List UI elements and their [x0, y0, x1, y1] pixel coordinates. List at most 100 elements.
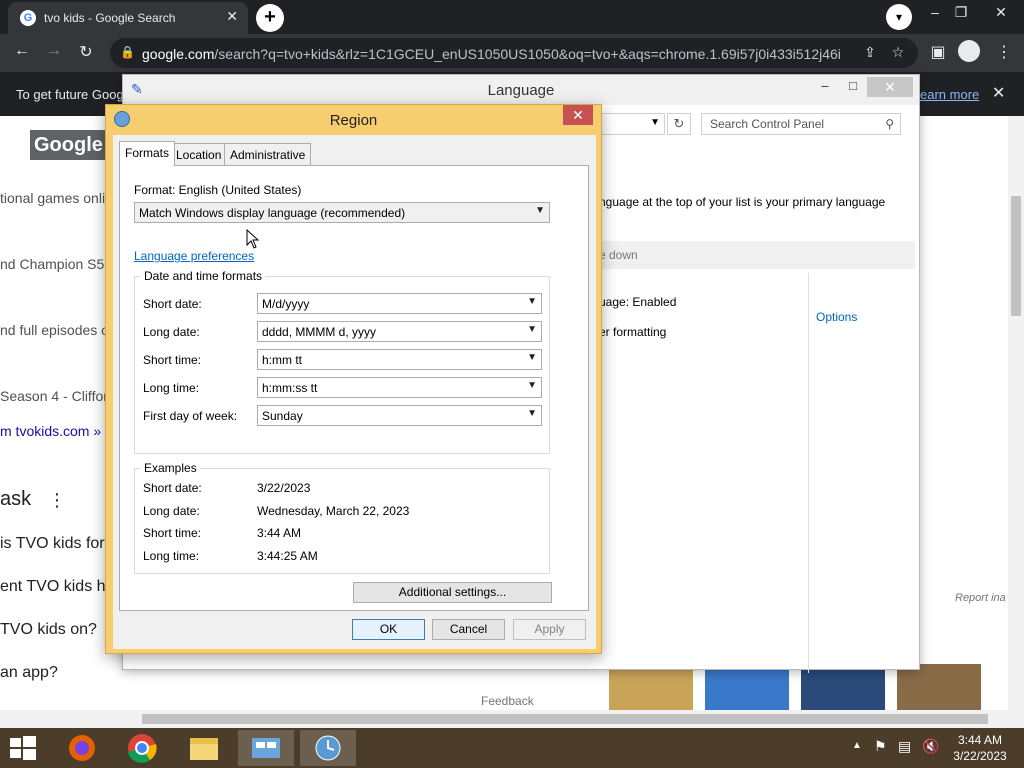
- question-4[interactable]: an app?: [0, 664, 58, 682]
- close-icon[interactable]: ✕: [563, 105, 593, 125]
- close-icon[interactable]: ✕: [867, 77, 913, 97]
- apply-button[interactable]: Apply: [513, 619, 586, 640]
- reload-icon[interactable]: ↻: [76, 42, 96, 62]
- refresh-icon[interactable]: ↻: [667, 113, 691, 135]
- horizontal-scrollbar[interactable]: [0, 710, 1024, 728]
- browser-tab[interactable]: G tvo kids - Google Search ✕: [8, 2, 248, 34]
- thumbnail-image[interactable]: [705, 664, 789, 710]
- example-label: Long time:: [143, 549, 200, 563]
- forward-icon[interactable]: →: [44, 42, 64, 60]
- date-time-group: Date and time formats Short date: M/d/yy…: [134, 269, 550, 454]
- group-heading: Date and time formats: [141, 269, 266, 283]
- share-icon[interactable]: ⇪: [860, 44, 880, 61]
- first-day-select[interactable]: Sunday ▼: [257, 405, 542, 426]
- clock[interactable]: 3:44 AM 3/22/2023: [950, 732, 1010, 764]
- maximize-icon[interactable]: □: [839, 78, 867, 100]
- new-tab-button[interactable]: +: [256, 4, 284, 32]
- tab-strip: G tvo kids - Google Search ✕ + ▾ – ❐ ✕: [0, 0, 1024, 34]
- windows-start-icon[interactable]: [8, 734, 38, 762]
- ok-button[interactable]: OK: [352, 619, 425, 640]
- scrollbar-thumb[interactable]: [1011, 196, 1021, 316]
- search-control-panel-input[interactable]: Search Control Panel ⚲: [701, 113, 901, 135]
- window-close-icon[interactable]: ✕: [988, 4, 1014, 21]
- long-time-select[interactable]: h:mm:ss tt ▼: [257, 377, 542, 398]
- short-date-label: Short date:: [143, 297, 202, 311]
- chrome-icon[interactable]: [114, 730, 170, 766]
- search-placeholder: Search Control Panel: [710, 117, 825, 131]
- minimize-icon[interactable]: –: [922, 4, 948, 20]
- options-link[interactable]: Options: [816, 310, 857, 324]
- back-icon[interactable]: ←: [12, 42, 32, 60]
- example-label: Short time:: [143, 526, 202, 540]
- long-date-select[interactable]: dddd, MMMM d, yyyy ▼: [257, 321, 542, 342]
- volume-muted-icon[interactable]: 🔇: [922, 738, 939, 755]
- report-link[interactable]: Report ina: [955, 592, 1006, 604]
- long-time-label: Long time:: [143, 381, 200, 395]
- question-2[interactable]: ent TVO kids h: [0, 578, 106, 596]
- side-panel-icon[interactable]: ▣: [928, 42, 948, 62]
- network-icon[interactable]: ▤: [898, 738, 911, 755]
- address-dropdown[interactable]: ▼: [601, 113, 665, 135]
- scrollbar-thumb[interactable]: [142, 714, 988, 724]
- more-options-icon[interactable]: ⋮: [48, 490, 66, 511]
- region-dialog: Region ✕ Formats Location Administrative…: [105, 104, 602, 654]
- short-date-select[interactable]: M/d/yyyy ▼: [257, 293, 542, 314]
- long-date-value: dddd, MMMM d, yyyy: [262, 325, 377, 339]
- feedback-link[interactable]: Feedback: [481, 694, 534, 708]
- chevron-down-icon: ▼: [535, 205, 545, 216]
- cancel-button[interactable]: Cancel: [432, 619, 505, 640]
- move-down-button[interactable]: e down: [599, 248, 638, 262]
- address-bar[interactable]: 🔒 google.com/search?q=tvo+kids&rlz=1C1GC…: [110, 38, 918, 68]
- thumbnail-image[interactable]: [897, 664, 981, 710]
- google-favicon-icon: G: [20, 10, 36, 26]
- language-titlebar[interactable]: ✎ Language – □ ✕: [123, 75, 919, 105]
- flag-icon[interactable]: ⚑: [874, 738, 887, 755]
- chevron-down-icon: ▼: [527, 408, 537, 419]
- example-label: Long date:: [143, 504, 200, 518]
- url-host: google.com: [142, 46, 215, 62]
- example-value: Wednesday, March 22, 2023: [257, 504, 410, 518]
- tab-close-icon[interactable]: ✕: [226, 8, 238, 25]
- thumbnail-image[interactable]: [801, 664, 885, 710]
- restore-icon[interactable]: ❐: [948, 4, 974, 21]
- language-preferences-link[interactable]: Language preferences: [134, 249, 254, 263]
- thumbnail-image[interactable]: [609, 664, 693, 710]
- info-bar-text: To get future Goog: [16, 87, 124, 102]
- show-hidden-icons[interactable]: ▲: [852, 740, 862, 751]
- short-time-select[interactable]: h:mm tt ▼: [257, 349, 542, 370]
- learn-more-link[interactable]: earn more: [920, 87, 979, 102]
- firefox-icon[interactable]: [54, 730, 110, 766]
- examples-group: Examples Short date: 3/22/2023 Long date…: [134, 461, 550, 574]
- language-title: Language: [487, 82, 555, 99]
- format-select[interactable]: Match Windows display language (recommen…: [134, 202, 550, 223]
- bookmark-star-icon[interactable]: ☆: [888, 44, 908, 61]
- snippet-3: nd full episodes o: [0, 322, 109, 338]
- google-doodle-logo[interactable]: Google: [30, 130, 110, 160]
- formats-panel: Format: English (United States) Match Wi…: [119, 165, 589, 611]
- tab-location[interactable]: Location: [170, 143, 228, 165]
- profile-avatar[interactable]: [958, 40, 980, 62]
- menu-dots-icon[interactable]: ⋮: [994, 42, 1014, 62]
- snippet-link[interactable]: m tvokids.com »: [0, 423, 101, 439]
- format-label: Format: English (United States): [134, 183, 302, 197]
- region-clock-icon[interactable]: [300, 730, 356, 766]
- mouse-cursor-icon: [246, 229, 260, 249]
- question-1[interactable]: is TVO kids for: [0, 535, 105, 553]
- short-time-value: h:mm tt: [262, 353, 303, 367]
- additional-settings-button[interactable]: Additional settings...: [353, 582, 552, 603]
- control-panel-icon[interactable]: [238, 730, 294, 766]
- vertical-scrollbar[interactable]: [1008, 116, 1024, 710]
- question-3[interactable]: TVO kids on?: [0, 621, 97, 639]
- chevron-down-icon: ▼: [527, 324, 537, 335]
- info-close-icon[interactable]: ✕: [992, 83, 1005, 103]
- language-formatting: er formatting: [599, 325, 667, 339]
- example-value: 3:44:25 AM: [257, 549, 318, 563]
- minimize-icon[interactable]: –: [811, 78, 839, 100]
- long-date-label: Long date:: [143, 325, 200, 339]
- tab-administrative[interactable]: Administrative: [224, 143, 312, 165]
- clock-date: 3/22/2023: [953, 749, 1007, 763]
- tab-formats[interactable]: Formats: [119, 141, 176, 166]
- snippet-1: tional games onli: [0, 190, 106, 206]
- file-explorer-icon[interactable]: [176, 730, 232, 766]
- tab-search-button[interactable]: ▾: [886, 4, 912, 30]
